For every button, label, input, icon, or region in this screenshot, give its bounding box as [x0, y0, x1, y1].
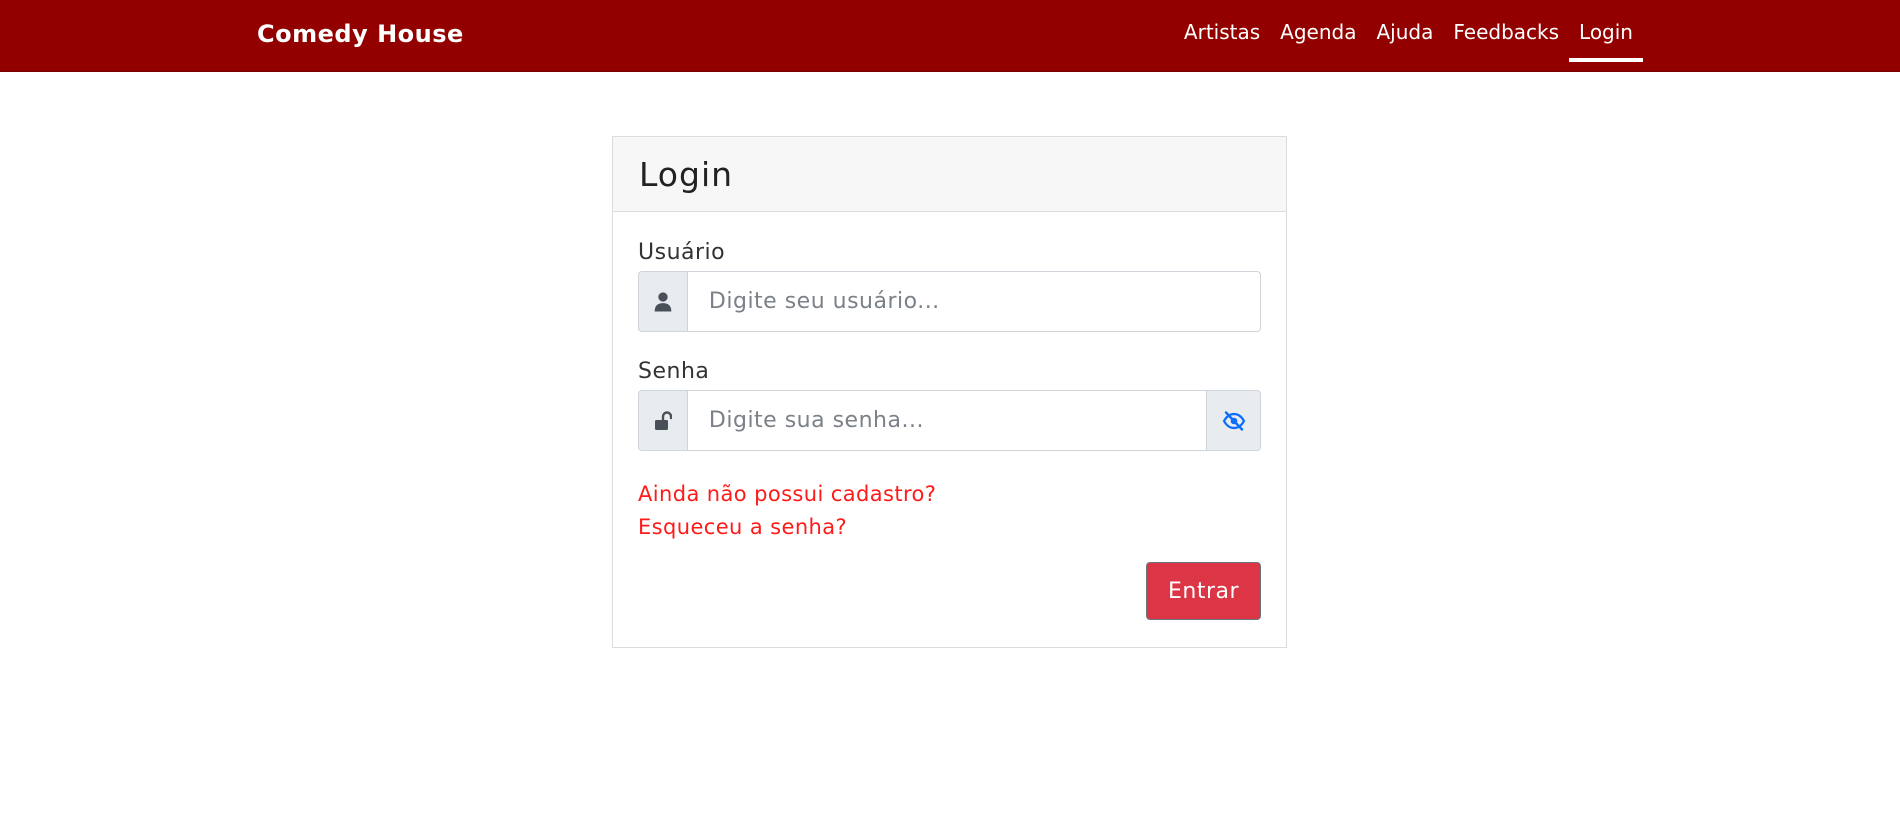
user-icon: [638, 271, 688, 332]
forgot-password-link[interactable]: Esqueceu a senha?: [638, 511, 1261, 544]
submit-button[interactable]: Entrar: [1146, 562, 1261, 620]
top-navbar: Comedy House Artistas Agenda Ajuda Feedb…: [0, 0, 1900, 72]
password-label: Senha: [638, 359, 710, 384]
unlock-icon: [638, 390, 688, 451]
username-label: Usuário: [638, 240, 726, 265]
login-card: Login Usuário Senha: [612, 136, 1287, 648]
toggle-password-button[interactable]: [1206, 390, 1261, 451]
register-link[interactable]: Ainda não possui cadastro?: [638, 478, 1261, 511]
eye-slash-icon: [1222, 410, 1246, 431]
card-header: Login: [613, 137, 1286, 212]
auth-links: Ainda não possui cadastro? Esqueceu a se…: [638, 478, 1261, 544]
page-title: Login: [639, 155, 734, 194]
nav-item-login[interactable]: Login: [1569, 0, 1643, 72]
nav-item-ajuda[interactable]: Ajuda: [1366, 0, 1443, 72]
brand-logo[interactable]: Comedy House: [257, 20, 464, 48]
login-form: Usuário Senha: [613, 212, 1286, 648]
username-input[interactable]: [687, 271, 1261, 332]
username-group: [638, 271, 1261, 332]
nav-item-artistas[interactable]: Artistas: [1174, 0, 1270, 72]
password-group: [638, 390, 1261, 451]
nav-links: Artistas Agenda Ajuda Feedbacks Login: [1174, 0, 1643, 72]
nav-item-feedbacks[interactable]: Feedbacks: [1443, 0, 1569, 72]
password-input[interactable]: [687, 390, 1207, 451]
nav-item-agenda[interactable]: Agenda: [1270, 0, 1366, 72]
